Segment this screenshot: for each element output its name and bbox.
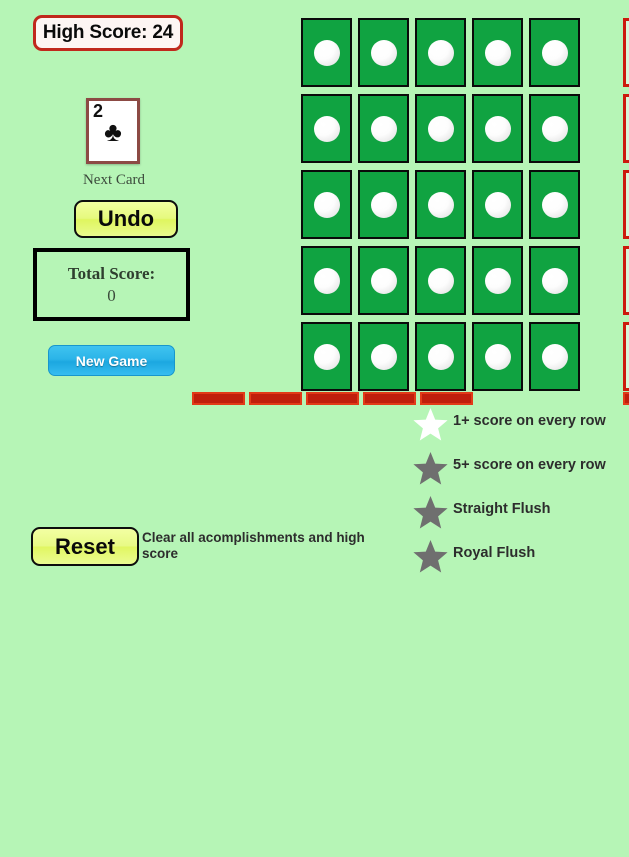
diagonal-score-marker (623, 392, 629, 405)
grid-cell-r3-c1[interactable] (301, 170, 352, 239)
high-score-badge: High Score: 24 (33, 15, 183, 51)
grid-cell-r5-c2[interactable] (358, 322, 409, 391)
new-game-button-label: New Game (75, 352, 148, 369)
empty-slot-icon (427, 343, 454, 370)
achievements-list: 1+ score on every row 5+ score on every r… (412, 406, 629, 582)
achievement-label: Straight Flush (453, 501, 551, 517)
achievement-label: Royal Flush (453, 545, 536, 561)
empty-slot-icon (313, 115, 340, 142)
grid-cell-r1-c4[interactable] (472, 18, 523, 87)
undo-button[interactable]: Undo (74, 200, 178, 238)
empty-slot-icon (370, 267, 397, 294)
empty-slot-icon (541, 39, 568, 66)
col-score-marker-4 (363, 392, 416, 405)
grid-cell-r3-c4[interactable] (472, 170, 523, 239)
total-score-box: Total Score: 0 (33, 248, 190, 321)
empty-slot-icon (370, 191, 397, 218)
reset-button[interactable]: Reset (31, 527, 139, 566)
grid-cell-r1-c2[interactable] (358, 18, 409, 87)
card-grid (192, 18, 629, 405)
empty-slot-icon (541, 267, 568, 294)
empty-slot-icon (427, 115, 454, 142)
achievement-row: Royal Flush (412, 538, 629, 578)
col-score-marker-5 (420, 392, 473, 405)
achievement-row: 5+ score on every row (412, 450, 629, 490)
achievement-label: 5+ score on every row (453, 457, 606, 473)
grid-cell-r1-c1[interactable] (301, 18, 352, 87)
grid-cell-r4-c3[interactable] (415, 246, 466, 315)
star-icon (412, 450, 449, 486)
total-score-label: Total Score: (67, 263, 156, 283)
grid-cell-r2-c3[interactable] (415, 94, 466, 163)
grid-cell-r2-c5[interactable] (529, 94, 580, 163)
row-score-marker-5 (623, 322, 629, 391)
empty-slot-icon (370, 115, 397, 142)
next-card: 2 ♣ (86, 98, 140, 164)
grid-cell-r4-c2[interactable] (358, 246, 409, 315)
undo-button-label: Undo (97, 206, 155, 231)
row-score-marker-3 (623, 170, 629, 239)
grid-cell-r2-c4[interactable] (472, 94, 523, 163)
grid-cell-r3-c2[interactable] (358, 170, 409, 239)
col-score-marker-2 (249, 392, 302, 405)
empty-slot-icon (484, 191, 511, 218)
star-icon (412, 406, 449, 442)
row-score-marker-1 (623, 18, 629, 87)
total-score-value: 0 (107, 285, 116, 305)
empty-slot-icon (313, 39, 340, 66)
col-score-marker-1 (192, 392, 245, 405)
grid-cell-r1-c3[interactable] (415, 18, 466, 87)
empty-slot-icon (313, 343, 340, 370)
grid-cell-r4-c4[interactable] (472, 246, 523, 315)
empty-slot-icon (370, 39, 397, 66)
empty-slot-icon (541, 191, 568, 218)
grid-cell-r3-c3[interactable] (415, 170, 466, 239)
next-card-caption: Next Card (82, 172, 146, 188)
grid-cell-r5-c5[interactable] (529, 322, 580, 391)
row-score-marker-4 (623, 246, 629, 315)
grid-cell-r3-c5[interactable] (529, 170, 580, 239)
empty-slot-icon (484, 39, 511, 66)
grid-cell-r4-c5[interactable] (529, 246, 580, 315)
grid-cell-r5-c1[interactable] (301, 322, 352, 391)
empty-slot-icon (541, 343, 568, 370)
empty-slot-icon (370, 343, 397, 370)
grid-cell-r2-c2[interactable] (358, 94, 409, 163)
grid-cell-r5-c4[interactable] (472, 322, 523, 391)
achievement-row: Straight Flush (412, 494, 629, 534)
empty-slot-icon (313, 267, 340, 294)
empty-slot-icon (541, 115, 568, 142)
empty-slot-icon (484, 115, 511, 142)
high-score-label: High Score: 24 (42, 22, 174, 43)
empty-slot-icon (427, 39, 454, 66)
col-score-marker-3 (306, 392, 359, 405)
achievement-row: 1+ score on every row (412, 406, 629, 446)
clubs-suit-icon: ♣ (104, 117, 122, 147)
star-icon (412, 494, 449, 530)
empty-slot-icon (484, 343, 511, 370)
grid-cell-r1-c5[interactable] (529, 18, 580, 87)
grid-cell-r5-c3[interactable] (415, 322, 466, 391)
empty-slot-icon (427, 267, 454, 294)
reset-button-label: Reset (55, 533, 115, 559)
empty-slot-icon (313, 191, 340, 218)
grid-cell-r4-c1[interactable] (301, 246, 352, 315)
row-score-marker-2 (623, 94, 629, 163)
new-game-button[interactable]: New Game (48, 345, 175, 376)
empty-slot-icon (427, 191, 454, 218)
grid-cell-r2-c1[interactable] (301, 94, 352, 163)
reset-description: Clear all acomplishments and high score (142, 530, 365, 561)
empty-slot-icon (484, 267, 511, 294)
achievement-label: 1+ score on every row (453, 413, 606, 429)
star-icon (412, 538, 449, 574)
